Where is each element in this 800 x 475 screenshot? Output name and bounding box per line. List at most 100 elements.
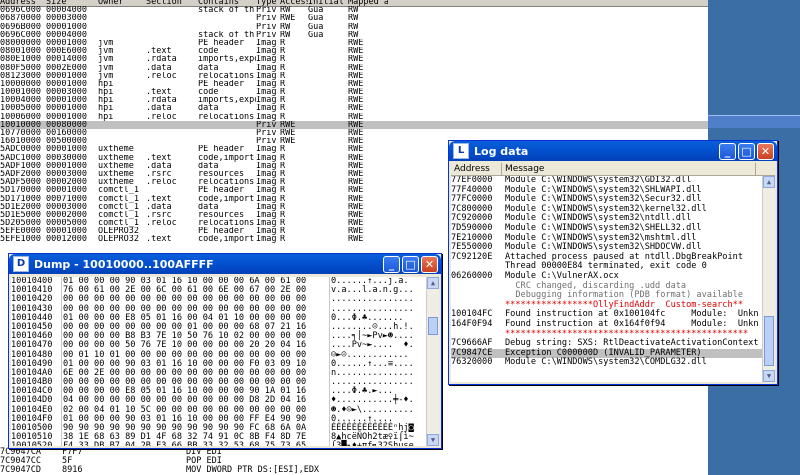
memory-map-row[interactable]: 0696C000 00004000 stack of th Priv RW Gua RW (0, 31, 708, 39)
memory-map-cell: RWE (280, 129, 296, 138)
cpu-instruction-row[interactable]: 7C9047CA F7F7 DIV EDI (0, 448, 708, 457)
scroll-down-icon[interactable]: ▼ (763, 370, 775, 382)
memory-map-row[interactable]: 080F5000 0002E000 jvm .data data Imag R RWE (0, 64, 708, 72)
dump-scroll-thumb[interactable] (428, 317, 438, 335)
memory-map-cell: data (198, 202, 219, 211)
dump-window-titlebar[interactable]: D Dump - 10010000..100AFFFF _ □ ✕ (9, 254, 441, 274)
memory-map-cell: R (280, 169, 286, 179)
close-button[interactable]: ✕ (421, 255, 438, 273)
memory-map-row[interactable]: 08000000 00001000 jvm PE header Imag R RWE (0, 39, 708, 47)
log-entry-address: 76320000 (451, 357, 493, 368)
memory-map-cell: .reloc (146, 178, 177, 187)
memory-map-cell: RWE (348, 55, 364, 64)
memory-map-cell: code (198, 47, 219, 56)
memory-map-cell: RWE (348, 169, 364, 179)
memory-map-cell: RW (348, 22, 359, 31)
memory-map-cell: 00003000 (46, 88, 87, 97)
memory-map-row[interactable]: 10001000 00003000 hpi .text code Imag R RWE (0, 88, 708, 96)
log-data-window[interactable]: L Log data _ □ ✕ Address Message 77EF0000… (448, 140, 778, 385)
memory-map-row[interactable]: 0696B000 00001000 Priv RW Gua RW (0, 23, 708, 31)
memory-map-cell: 00001000 (46, 96, 87, 105)
memory-map-cell: comctl_1 (98, 194, 139, 203)
memory-map-cell: RWE (348, 194, 364, 203)
log-col-message[interactable]: Message (502, 163, 756, 175)
log-window-titlebar[interactable]: L Log data _ □ ✕ (449, 141, 777, 161)
memory-map-cell: 10006000 (0, 112, 41, 121)
memory-map-row[interactable]: 06870000 00003000 Priv RWE Gua RW (0, 14, 708, 22)
memory-map-cell: .text (146, 153, 172, 162)
memory-map-row[interactable]: 0696C000 00004000 stack of th Priv RW Gua RW (0, 6, 708, 14)
background-window-edge (708, 115, 800, 128)
memory-map-row[interactable]: 10004000 00001000 hpi .rdata imports,expoIma… (0, 96, 708, 104)
minimize-button[interactable]: _ (719, 142, 736, 160)
memory-map-row[interactable]: 08001000 000E6000 jvm .text code Imag R RWE (0, 47, 708, 55)
memory-map-cell: Imag (256, 55, 277, 64)
memory-map-cell: RWE (348, 219, 364, 228)
memory-map-cell: RW (280, 6, 291, 15)
dump-row[interactable]: 10010520F4 33 DB B7 04 2B E3 66 BB 33 32… (11, 442, 439, 446)
memory-map-cell: OLEPRO32 (98, 235, 139, 244)
memory-map-cell: 08123000 (0, 71, 41, 80)
memory-map-cell: Imag (256, 202, 277, 211)
memory-map-cell: Imag (256, 145, 277, 154)
memory-map-cell: PE header (198, 38, 245, 48)
memory-map-cell: Imag (256, 161, 277, 170)
memory-map-cell: PE header (198, 79, 245, 89)
memory-map-cell: RWE (348, 210, 364, 220)
column-divider (329, 277, 330, 446)
memory-map-row[interactable]: 080E1000 00014000 jvm .rdata imports,expoIma… (0, 55, 708, 63)
column-divider (61, 277, 62, 446)
maximize-button[interactable]: □ (402, 255, 419, 273)
memory-map-row[interactable]: 10770000 00160000 Priv RWE RWE (0, 129, 708, 137)
hex-dump-pane[interactable]: 10010400 01 00 00 00 90 03 01 16 10 00 00… (11, 277, 439, 446)
memory-map-cell: 06870000 (0, 14, 41, 23)
log-scroll-thumb[interactable] (764, 316, 774, 366)
memory-map-row[interactable]: 10006000 00001000 hpi .reloc relocations Imag… (0, 113, 708, 121)
memory-map-row[interactable]: 10005000 00001000 hpi .data data Imag R RWE (0, 104, 708, 112)
memory-map-cell: .reloc (146, 112, 177, 121)
cpu-instruction-row[interactable]: 7C9047CC 5F POP EDI (0, 457, 708, 466)
memory-map-cell: R (280, 219, 286, 228)
scroll-up-icon[interactable]: ▲ (427, 277, 439, 289)
memory-map-cell: .rdata (146, 96, 177, 105)
memory-map-cell: 000E6000 (46, 47, 87, 56)
memory-map-cell: 08000000 (0, 38, 41, 48)
memory-map-row[interactable]: 10010000 00080000 Priv RWE RWE (0, 120, 708, 129)
cpu-instruction-row[interactable]: 7C9047CD 8916 MOV DWORD PTR DS:[ESI],EDX (0, 466, 708, 475)
memory-map-cell: Gua (308, 30, 324, 39)
memory-map-cell: RWE (348, 145, 364, 154)
memory-map-cell: Imag (256, 104, 277, 113)
memory-map-cell: RWE (348, 38, 364, 48)
memory-map-cell: RW (280, 22, 291, 31)
memory-map-row[interactable]: 10000000 00001000 hpi PE header Imag R RWE (0, 80, 708, 88)
log-scrollbar[interactable]: ▲ ▼ (762, 176, 775, 382)
memory-map-cell: 00500000 (46, 137, 87, 146)
dump-scrollbar[interactable]: ▲ ▼ (426, 277, 439, 446)
memory-map-cell: 00071000 (46, 194, 87, 203)
memory-map-cell: RWE (348, 63, 364, 72)
memory-map-cell: 0002E000 (46, 63, 87, 72)
dump-window[interactable]: D Dump - 10010000..100AFFFF _ □ ✕ 100104… (8, 253, 442, 449)
memory-map-cell: code,import (198, 153, 255, 162)
log-entry[interactable]: 76320000 Module C:\WINDOWS\system32\COMDL… (451, 358, 775, 368)
memory-map-cell: R (280, 161, 286, 170)
minimize-button[interactable]: _ (383, 255, 400, 273)
memory-map-cell: resources (198, 210, 245, 220)
maximize-button[interactable]: □ (738, 142, 755, 160)
memory-map-cell: 00002000 (46, 210, 87, 220)
memory-map-cell: 00001000 (46, 104, 87, 113)
memory-map-cell: 00005000 (46, 219, 87, 228)
memory-map-cell: Imag (256, 210, 277, 220)
memory-map-cell: .reloc (146, 219, 177, 228)
memory-map-cell: jvm (98, 55, 114, 64)
memory-map-cell: 00003000 (46, 202, 87, 211)
close-button[interactable]: ✕ (757, 142, 774, 160)
memory-map-cell: Priv (256, 6, 277, 15)
memory-map-row[interactable]: 08123000 00001000 jvm .reloc relocations Imag… (0, 72, 708, 80)
scroll-up-icon[interactable]: ▲ (763, 176, 775, 188)
scroll-down-icon[interactable]: ▼ (427, 434, 439, 446)
log-entry-address: 06260000 (451, 270, 493, 281)
log-col-address[interactable]: Address (451, 163, 502, 175)
log-list[interactable]: 77EF0000 Module C:\WINDOWS\system32\GDI32… (451, 176, 775, 382)
memory-map-cell: .text (146, 88, 172, 97)
